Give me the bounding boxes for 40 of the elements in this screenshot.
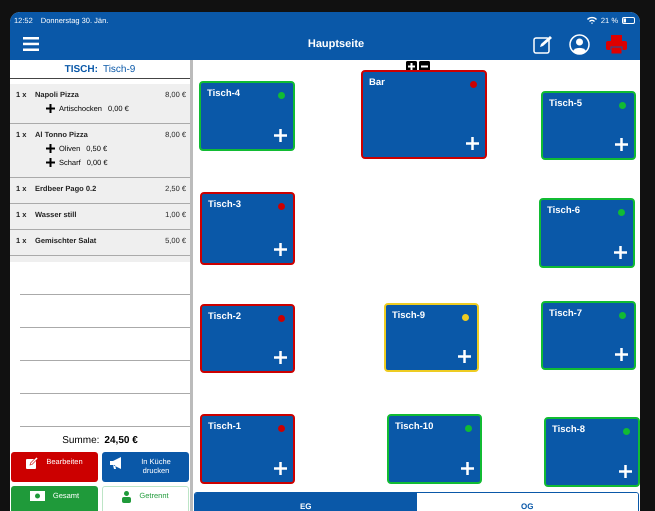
sum-label: Summe:	[62, 435, 100, 446]
battery-icon	[622, 16, 636, 24]
table-card[interactable]: Tisch-1	[200, 414, 295, 484]
plus-icon[interactable]	[274, 462, 287, 475]
table-card[interactable]: Tisch-6	[539, 198, 635, 268]
banknote-icon	[30, 491, 45, 501]
plus-icon	[46, 104, 55, 113]
plus-icon[interactable]	[615, 138, 628, 151]
table-card[interactable]: Tisch-3	[200, 192, 295, 265]
megaphone-icon	[110, 457, 123, 469]
table-card[interactable]: Tisch-10	[387, 414, 482, 484]
plus-icon[interactable]	[274, 129, 287, 142]
edit-icon[interactable]	[533, 34, 553, 54]
sum-value: 24,50 €	[104, 435, 138, 446]
person-icon	[122, 491, 132, 503]
user-icon[interactable]	[569, 34, 590, 54]
plus-icon[interactable]	[458, 350, 471, 363]
table-card[interactable]: Tisch-8	[544, 417, 640, 487]
floor-tab[interactable]: EG	[195, 493, 416, 511]
edit-icon	[26, 457, 38, 469]
plus-icon[interactable]	[274, 243, 287, 256]
table-card[interactable]: Bar	[361, 70, 487, 159]
plus-icon[interactable]	[466, 137, 479, 150]
plus-icon[interactable]	[614, 246, 627, 259]
table-label: TISCH:	[64, 64, 98, 75]
table-card[interactable]: Tisch-2	[200, 304, 295, 373]
table-card[interactable]: Tisch-4	[199, 81, 295, 151]
plus-icon[interactable]	[615, 348, 628, 361]
plus-icon[interactable]	[619, 465, 632, 478]
table-card[interactable]: Tisch-7	[541, 301, 636, 370]
wifi-icon	[586, 16, 597, 24]
plus-icon	[46, 144, 55, 153]
plus-icon	[46, 158, 55, 167]
menu-icon[interactable]	[23, 37, 39, 51]
plus-icon[interactable]	[274, 351, 287, 364]
table-name: Tisch-9	[102, 64, 136, 75]
table-card[interactable]: Tisch-9	[384, 303, 479, 372]
table-card[interactable]: Tisch-5	[541, 91, 636, 160]
page-title: Hauptseite	[306, 38, 366, 50]
plus-icon[interactable]	[461, 462, 474, 475]
